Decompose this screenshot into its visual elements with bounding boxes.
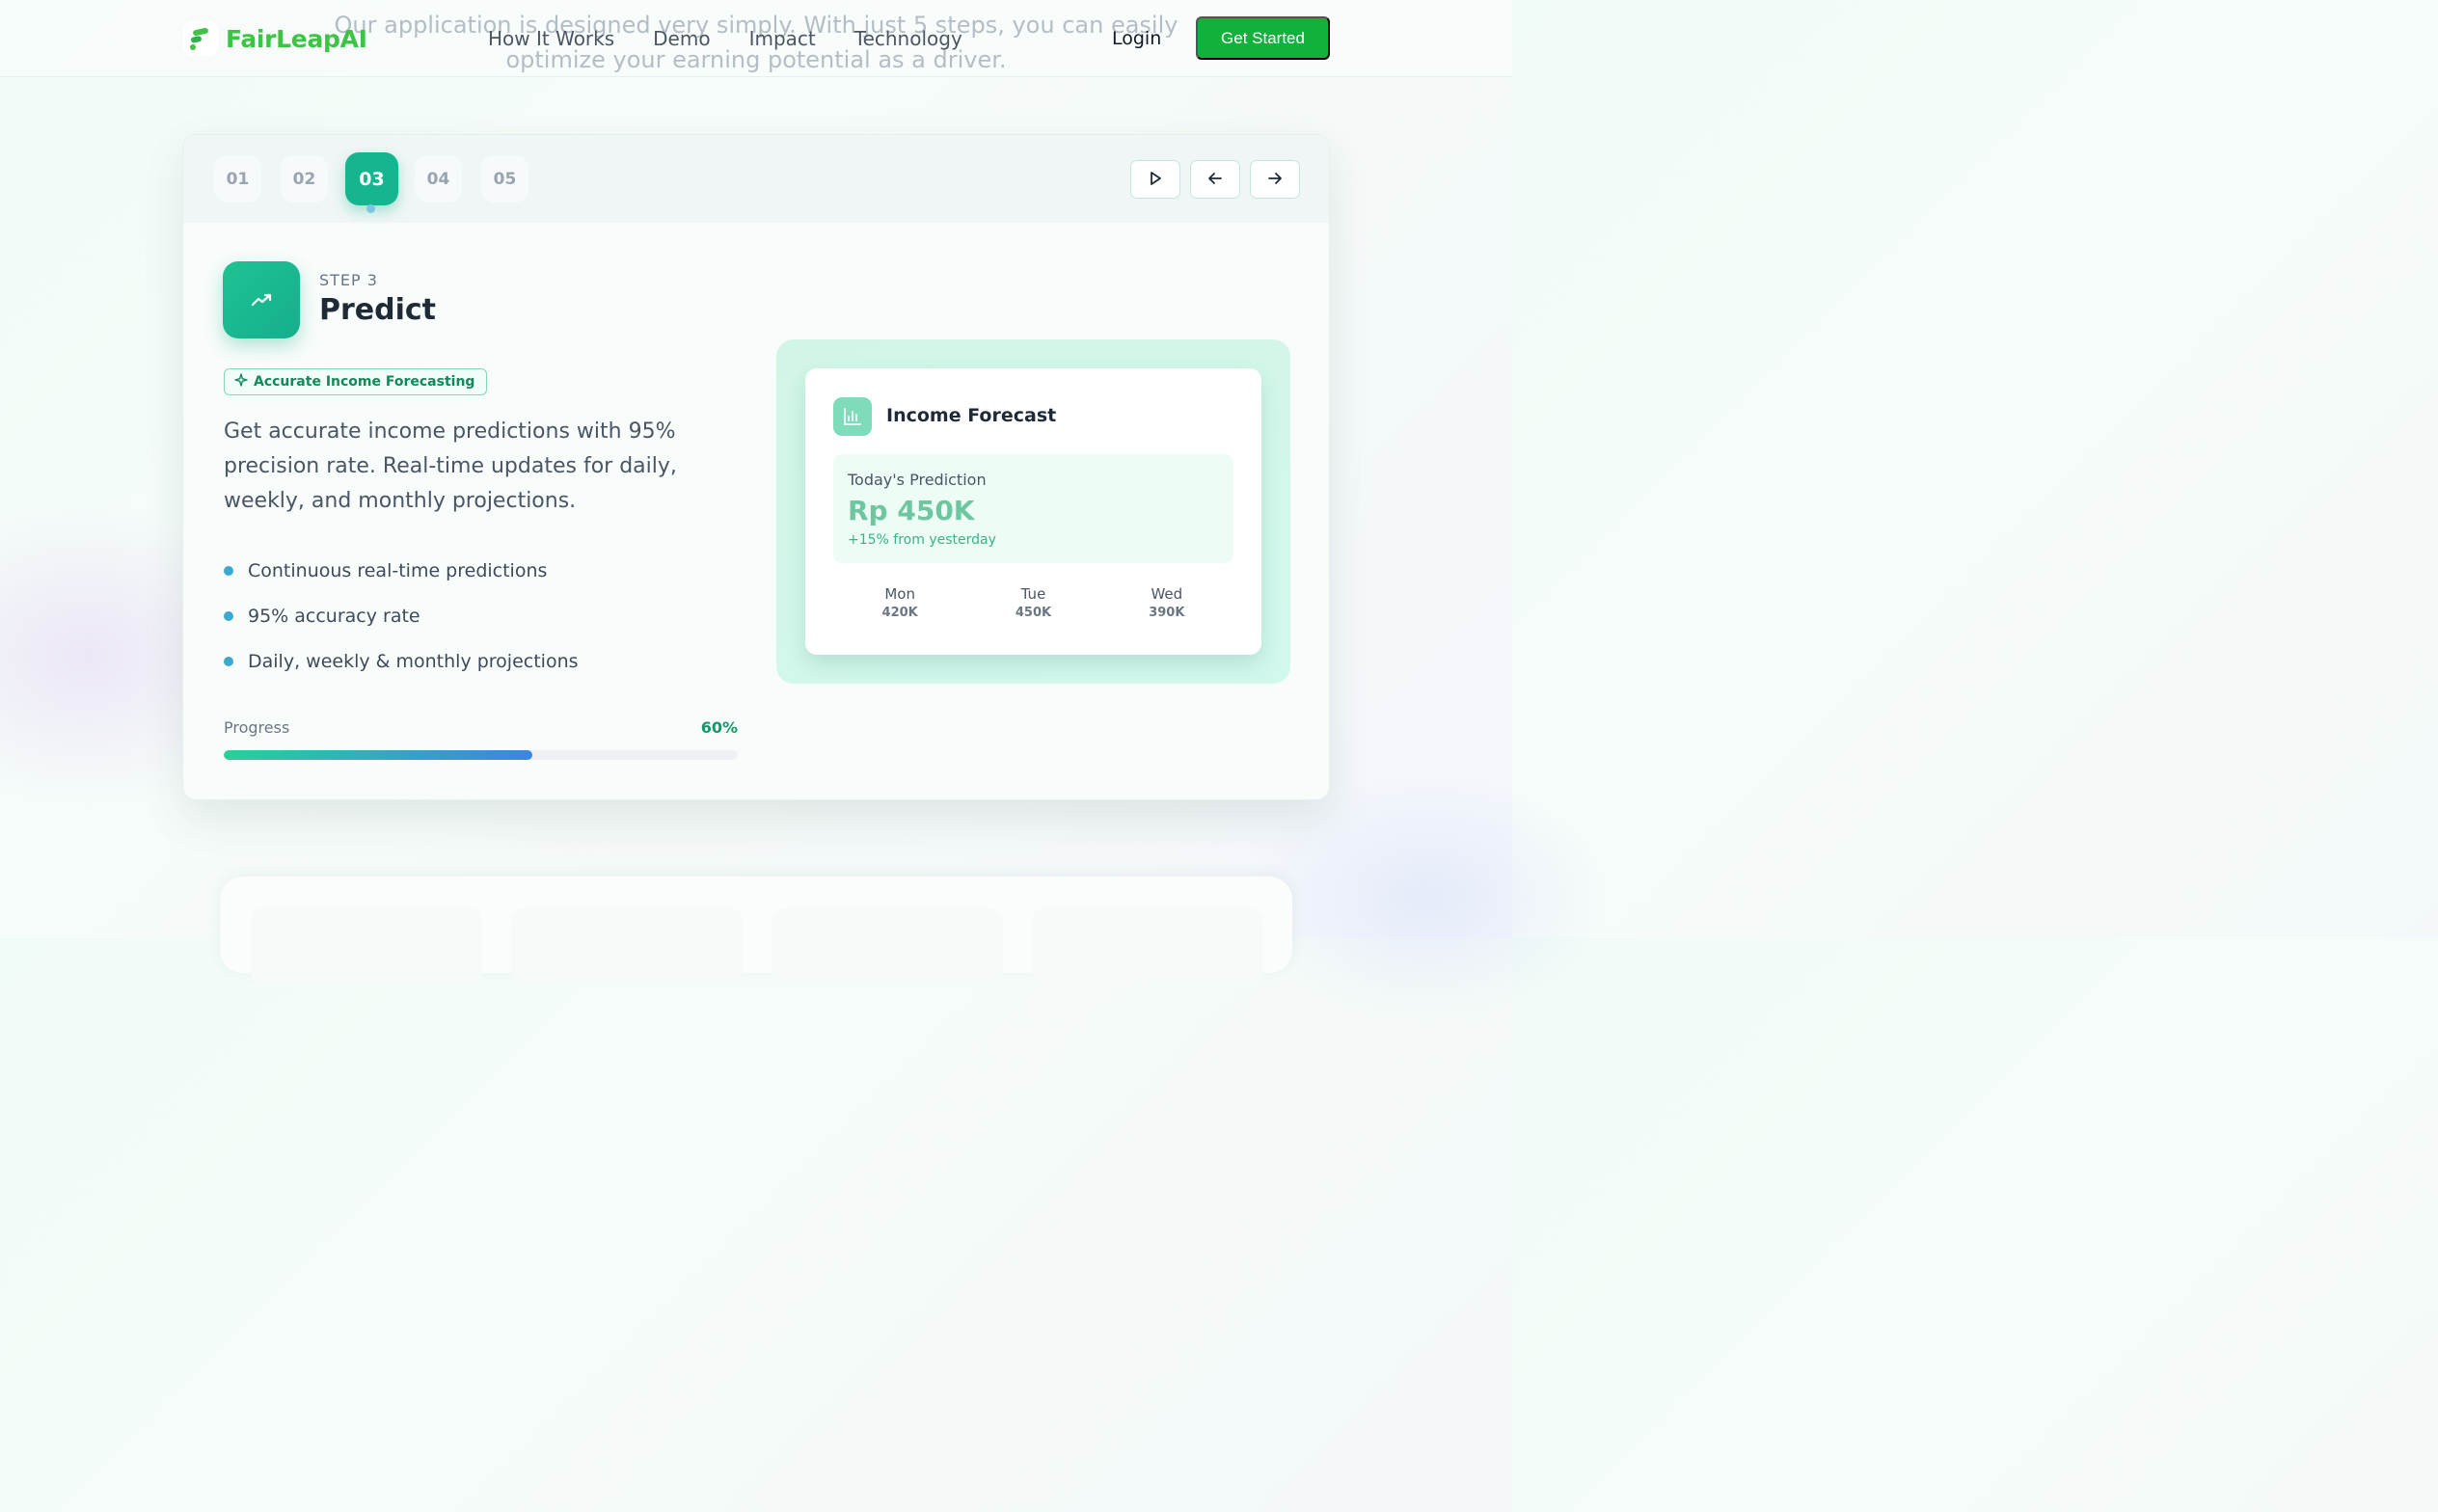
trending-up-icon — [223, 261, 300, 338]
stats-section — [220, 877, 1292, 985]
stat-card — [511, 907, 743, 985]
nav-link-impact[interactable]: Impact — [749, 25, 816, 52]
bullet-dot-icon — [224, 565, 233, 576]
feature-list: Continuous real-time predictions 95% acc… — [224, 548, 579, 684]
step-number-label: STEP 3 — [319, 271, 378, 289]
day-forecast: Mon 420K — [833, 584, 966, 623]
today-prediction-label: Today's Prediction — [848, 471, 987, 489]
arrow-right-icon — [1266, 170, 1284, 190]
stat-card — [772, 907, 1003, 985]
prediction-change: +15% from yesterday — [848, 532, 996, 548]
step-description: Get accurate income predictions with 95%… — [224, 419, 677, 513]
today-prediction-amount: Rp 450K — [848, 495, 975, 526]
next-step-button[interactable] — [1250, 160, 1300, 199]
list-item: Continuous real-time predictions — [224, 548, 579, 593]
stat-card — [251, 907, 482, 985]
progress-bar-fill — [224, 750, 532, 760]
get-started-button[interactable]: Get Started — [1196, 16, 1330, 60]
bullet-dot-icon — [224, 610, 233, 621]
day-value: 390K — [1149, 606, 1185, 620]
play-button[interactable] — [1130, 160, 1180, 199]
day-value: 420K — [881, 606, 918, 620]
day-value: 450K — [1015, 606, 1052, 620]
step-tab-03-active[interactable]: 03 — [345, 152, 398, 205]
sparkle-icon — [234, 373, 254, 391]
nav-link-demo[interactable]: Demo — [653, 25, 710, 52]
bullet-dot-icon — [224, 656, 233, 666]
step-tab-01[interactable]: 01 — [214, 155, 261, 202]
feature-badge: Accurate Income Forecasting — [224, 368, 488, 395]
nav-links: How It Works Demo Impact Technology — [488, 25, 1001, 52]
list-item: 95% accuracy rate — [224, 593, 579, 638]
step-tab-04[interactable]: 04 — [415, 155, 462, 202]
day-name: Wed — [1151, 585, 1183, 603]
leaf-logo-icon — [183, 21, 218, 56]
list-item-label: Daily, weekly & monthly projections — [248, 650, 579, 672]
play-icon — [1147, 170, 1164, 190]
step-tab-02[interactable]: 02 — [281, 155, 328, 202]
login-link[interactable]: Login — [1112, 25, 1161, 52]
stat-card — [1032, 907, 1263, 985]
list-item-label: 95% accuracy rate — [248, 605, 420, 627]
list-item-label: Continuous real-time predictions — [248, 559, 548, 581]
background-blob — [1242, 771, 1609, 1022]
nav-link-how-it-works[interactable]: How It Works — [488, 25, 614, 52]
progress-label: Progress — [224, 718, 290, 737]
bar-chart-icon — [833, 397, 872, 436]
step-title: Predict — [319, 293, 437, 327]
brand-logo[interactable]: FairLeapAI — [183, 19, 367, 58]
brand-name: FairLeapAI — [226, 24, 367, 53]
today-prediction-box: Today's Prediction Rp 450K +15% from yes… — [833, 454, 1233, 563]
navbar: Our application is designed very simply.… — [0, 0, 1512, 77]
income-forecast-card: Income Forecast Today's Prediction Rp 45… — [805, 368, 1261, 655]
progress-value: 60% — [700, 718, 738, 737]
nav-link-technology[interactable]: Technology — [854, 25, 962, 52]
step-navigation-bar: 01 02 03 04 05 — [183, 135, 1329, 223]
forecast-panel: Income Forecast Today's Prediction Rp 45… — [776, 339, 1290, 684]
list-item: Daily, weekly & monthly projections — [224, 638, 579, 684]
previous-step-button[interactable] — [1190, 160, 1240, 199]
day-name: Tue — [1020, 585, 1046, 603]
active-step-indicator — [366, 204, 375, 213]
day-forecast: Wed 390K — [1100, 584, 1233, 623]
day-forecast: Tue 450K — [966, 584, 1099, 623]
step-card: 01 02 03 04 05 STEP 3 Predict Accurate I… — [182, 134, 1330, 800]
arrow-left-icon — [1206, 170, 1224, 190]
day-name: Mon — [884, 585, 915, 603]
daily-forecast-row: Mon 420K Tue 450K Wed 390K — [833, 584, 1233, 623]
forecast-title: Income Forecast — [886, 405, 1057, 426]
progress-bar — [224, 750, 738, 760]
step-tab-05[interactable]: 05 — [481, 155, 528, 202]
feature-badge-label: Accurate Income Forecasting — [254, 374, 475, 390]
